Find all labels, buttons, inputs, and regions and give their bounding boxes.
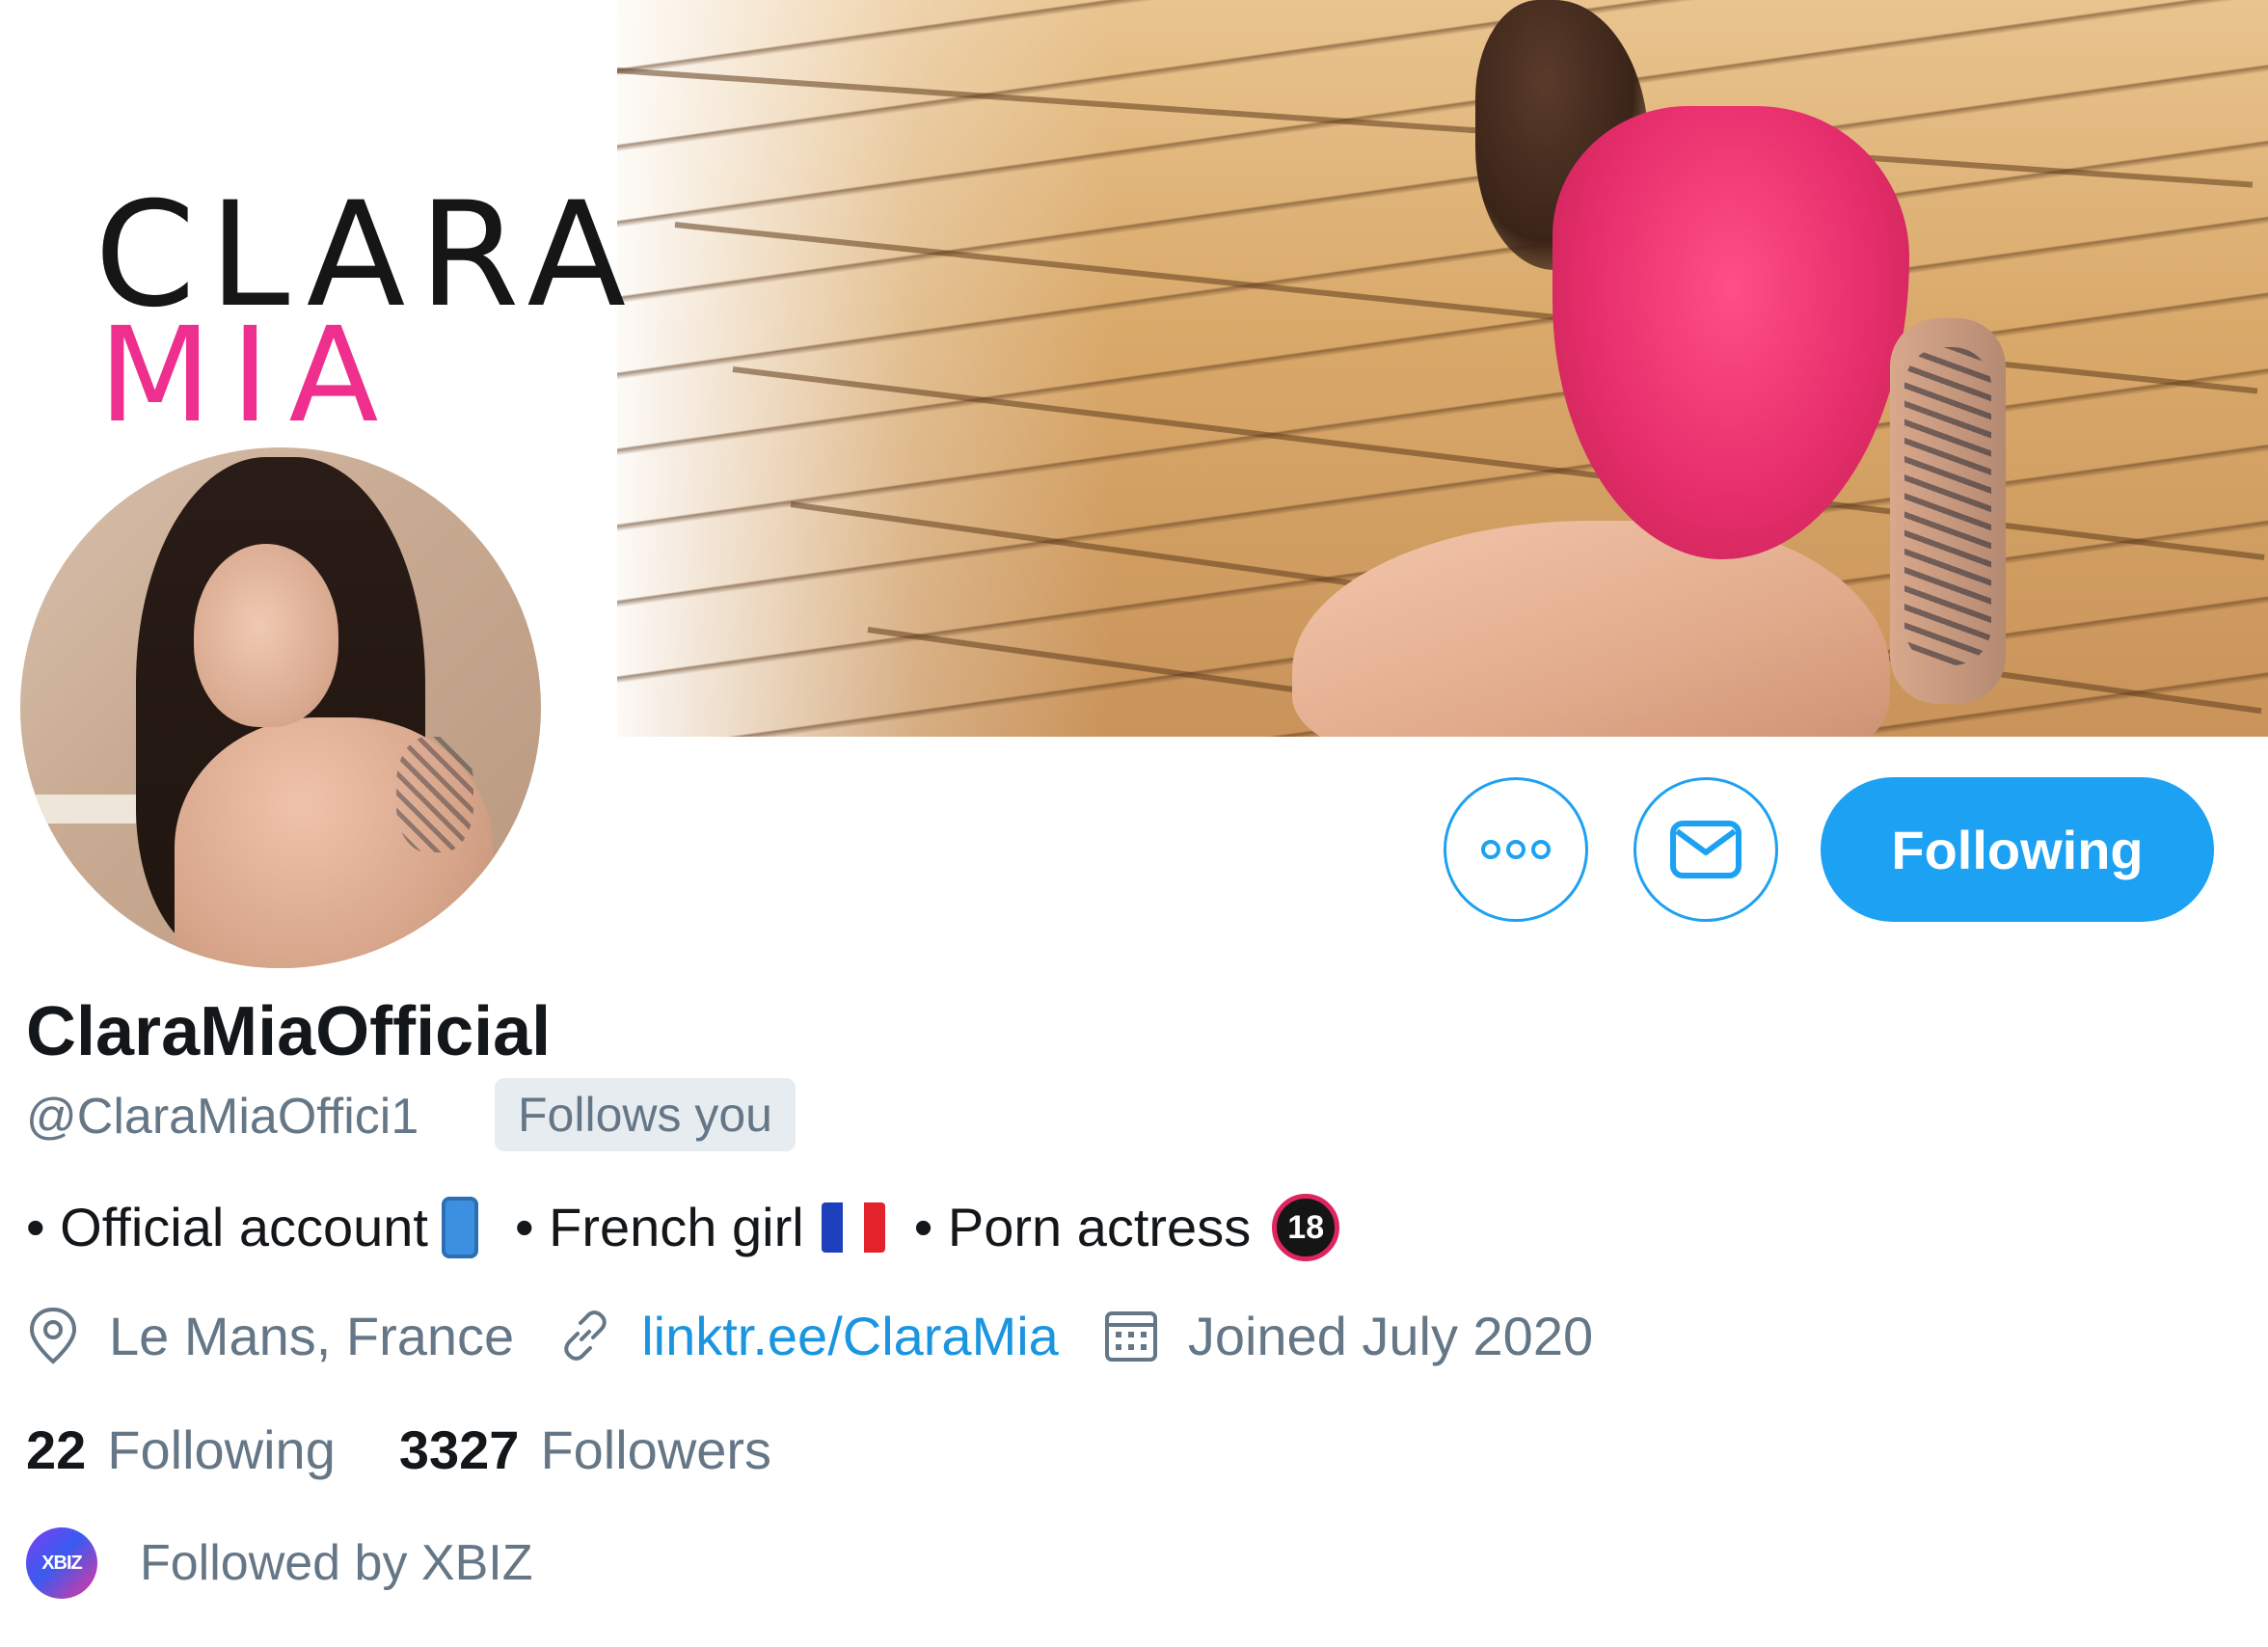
envelope-icon — [1670, 821, 1742, 878]
website-link[interactable]: linktr.ee/ClaraMia — [641, 1305, 1059, 1367]
profile-meta: Le Mans, France linktr.ee/ClaraMia Joine… — [26, 1302, 1637, 1369]
following-button[interactable]: Following — [1821, 777, 2214, 922]
bio-text: • French girl — [515, 1197, 804, 1257]
website-item[interactable]: linktr.ee/ClaraMia — [558, 1305, 1059, 1367]
display-name: ClaraMiaOfficial — [26, 993, 552, 1070]
mobile-phone-emoji-icon — [442, 1197, 478, 1258]
banner-figure-tattoo — [1904, 347, 1991, 665]
followed-by-row[interactable]: XBIZ Followed by XBIZ — [26, 1527, 533, 1599]
follows-you-badge: Follows you — [495, 1078, 796, 1151]
avatar-photo-wall — [20, 795, 136, 824]
avatar-photo — [20, 447, 541, 968]
location-item: Le Mans, France — [26, 1305, 514, 1367]
profile-bio: • Official account • French girl • Porn … — [26, 1194, 1340, 1261]
followers-count: 3327 — [398, 1418, 520, 1480]
location-text: Le Mans, France — [109, 1305, 515, 1366]
followers-label: Followers — [540, 1418, 772, 1480]
avatar-photo-tattoo — [396, 737, 473, 852]
link-icon — [564, 1310, 607, 1361]
bio-segment-official: • Official account — [26, 1195, 478, 1260]
profile-avatar[interactable] — [14, 442, 547, 974]
followers-stat[interactable]: 3327 Followers — [399, 1418, 771, 1481]
user-handle: @ClaraMiaOffici1 — [26, 1089, 419, 1145]
more-horizontal-icon — [1481, 840, 1551, 859]
bio-segment-actress: • Porn actress 18 — [914, 1194, 1340, 1261]
bio-text: • Official account — [26, 1197, 428, 1257]
joined-date-text: Joined July 2020 — [1187, 1305, 1594, 1366]
banner-logo-subtext: MIA — [98, 300, 398, 452]
xbiz-avatar[interactable]: XBIZ — [26, 1527, 97, 1599]
bio-text: • Porn actress — [913, 1197, 1252, 1257]
message-button[interactable] — [1634, 777, 1778, 922]
joined-item: Joined July 2020 — [1103, 1305, 1593, 1367]
bio-segment-french: • French girl — [515, 1195, 885, 1260]
following-label: Following — [107, 1418, 336, 1480]
followed-by-text: Followed by XBIZ — [140, 1535, 533, 1591]
follow-stats: 22 Following 3327 Followers — [26, 1416, 835, 1483]
no-under-18-emoji-icon: 18 — [1272, 1194, 1340, 1261]
following-count: 22 — [26, 1418, 87, 1480]
france-flag-emoji-icon — [821, 1202, 885, 1253]
location-pin-icon — [29, 1307, 77, 1364]
more-options-button[interactable] — [1444, 777, 1588, 922]
calendar-icon — [1104, 1311, 1157, 1362]
avatar-photo-face — [194, 544, 338, 727]
following-stat[interactable]: 22 Following — [26, 1418, 336, 1481]
